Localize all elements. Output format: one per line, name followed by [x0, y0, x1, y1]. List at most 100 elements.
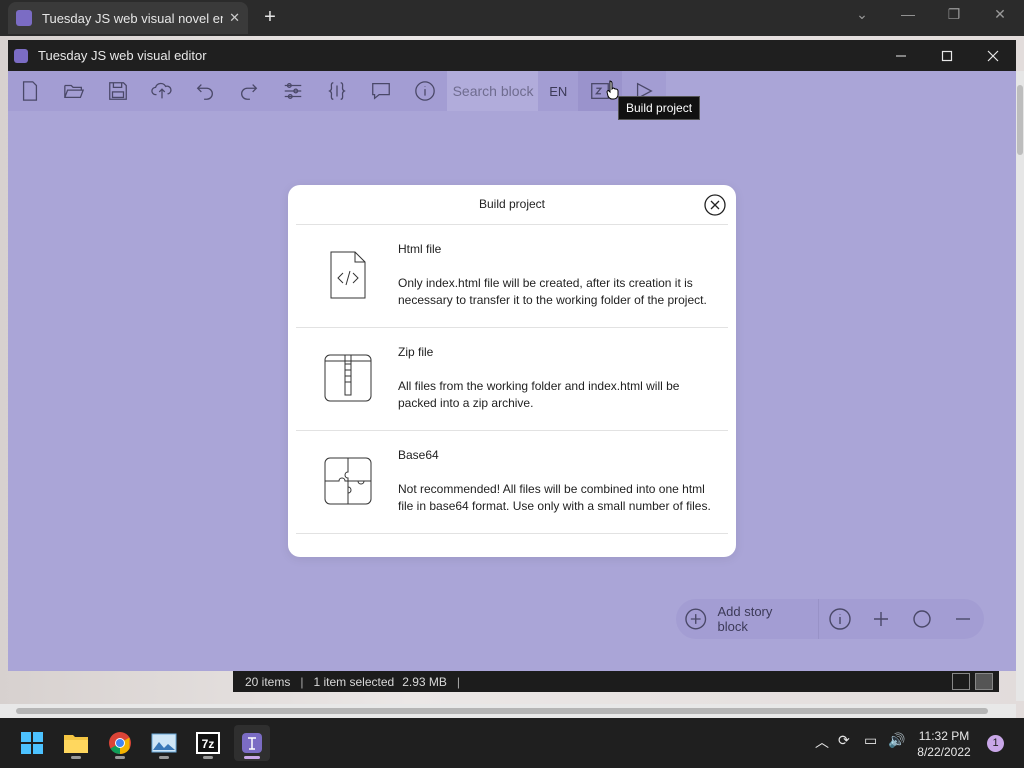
puzzle-icon: [324, 457, 372, 505]
volume-icon[interactable]: 🔊: [888, 732, 905, 749]
app-minimize-button[interactable]: [878, 40, 924, 71]
7zip-button[interactable]: 7z: [190, 725, 226, 761]
language-button[interactable]: EN: [538, 71, 578, 111]
file-explorer-button[interactable]: [58, 725, 94, 761]
tuesday-editor-button[interactable]: [234, 725, 270, 761]
add-story-block-button[interactable]: Add story block: [676, 599, 820, 639]
app-maximize-button[interactable]: [924, 40, 970, 71]
tuesday-editor-icon: [242, 733, 262, 753]
redo-icon: [241, 84, 258, 100]
svg-text:7z: 7z: [202, 737, 215, 751]
browser-minimize-button[interactable]: —: [894, 6, 922, 28]
minus-icon: [956, 618, 971, 620]
option-name: Html file: [398, 242, 442, 256]
start-button[interactable]: [14, 725, 50, 761]
html-file-icon: [330, 251, 366, 299]
circle-icon: [913, 610, 931, 628]
open-folder-icon: [63, 84, 84, 99]
code-button[interactable]: [315, 71, 359, 111]
build-project-dialog: Build project Html file Only index.html …: [288, 185, 736, 557]
scrollbar-thumb[interactable]: [16, 708, 988, 714]
info-icon: [414, 81, 435, 101]
browser-restore-button[interactable]: ❐: [940, 6, 968, 28]
tab-close-icon[interactable]: ✕: [229, 10, 240, 26]
braces-icon: [328, 82, 346, 100]
app-title-bar: Tuesday JS web visual editor: [8, 40, 1016, 71]
vertical-scrollbar[interactable]: [1016, 71, 1024, 701]
undo-button[interactable]: [183, 71, 227, 111]
tuesday-app-icon: [14, 48, 28, 63]
tab-search-chevron-icon[interactable]: ⌄: [848, 6, 876, 28]
dialog-title: Build project: [478, 197, 546, 211]
selection-count: 1 item selected: [313, 674, 395, 689]
horizontal-scrollbar[interactable]: [0, 704, 1016, 718]
search-block-input[interactable]: Search block: [446, 71, 539, 111]
running-indicator: [159, 756, 169, 759]
sync-icon[interactable]: ⟳: [838, 732, 850, 749]
new-tab-button[interactable]: +: [258, 6, 282, 30]
undo-icon: [197, 84, 214, 100]
tuesday-favicon-icon: [16, 10, 32, 26]
network-icon[interactable]: ▭: [864, 732, 877, 749]
option-description: Not recommended! All files will be combi…: [398, 482, 711, 513]
html-file-option[interactable]: Html file Only index.html file will be c…: [296, 225, 728, 328]
option-description: All files from the working folder and in…: [398, 379, 680, 410]
tiles-view-icon[interactable]: [975, 673, 993, 690]
running-indicator: [115, 756, 125, 759]
add-story-label: Add story block: [717, 604, 773, 634]
photos-button[interactable]: [146, 725, 182, 761]
close-icon[interactable]: [704, 194, 726, 216]
browser-close-button[interactable]: ✕: [986, 6, 1014, 28]
clock-date: 8/22/2022: [917, 745, 971, 759]
zoom-in-button[interactable]: [861, 599, 902, 639]
explorer-status-bar: 20 items | 1 item selected 2.93 MB |: [233, 671, 999, 692]
zoom-out-button[interactable]: [943, 599, 984, 639]
cloud-sync-button[interactable]: [140, 71, 184, 111]
taskbar: 7z ︿ ⟳ ▭ 🔊 11:32 PM 8/22/2022 1: [0, 718, 1024, 768]
new-file-icon: [22, 81, 37, 101]
photos-icon: [151, 733, 177, 753]
save-icon: [108, 82, 127, 100]
comment-button[interactable]: [359, 71, 403, 111]
app-close-button[interactable]: [970, 40, 1016, 71]
details-view-icon[interactable]: [952, 673, 970, 690]
redo-button[interactable]: [227, 71, 271, 111]
status-separator: |: [456, 674, 461, 689]
zip-archive-icon: [324, 354, 372, 402]
file-explorer-icon: [64, 735, 88, 753]
running-indicator: [71, 756, 81, 759]
save-button[interactable]: [96, 71, 140, 111]
7zip-icon: 7z: [196, 732, 220, 754]
zip-file-option[interactable]: Zip file All files from the working fold…: [296, 328, 728, 431]
chrome-icon: [109, 732, 131, 754]
browser-title-bar: Tuesday JS web visual novel engi ✕ + ⌄ —…: [0, 0, 1024, 36]
option-name: Base64: [398, 448, 439, 462]
open-folder-button[interactable]: [52, 71, 96, 111]
chevron-up-icon[interactable]: ︿: [815, 732, 829, 752]
running-indicator: [203, 756, 213, 759]
selection-size: 2.93 MB: [402, 674, 447, 689]
notification-badge[interactable]: 1: [987, 735, 1004, 752]
info-icon: [829, 608, 851, 630]
settings-button[interactable]: [271, 71, 315, 111]
items-count: 20 items: [245, 674, 291, 689]
new-file-button[interactable]: [8, 71, 52, 111]
option-name: Zip file: [398, 345, 434, 359]
taskbar-clock[interactable]: 11:32 PM 8/22/2022: [912, 728, 976, 760]
chrome-button[interactable]: [102, 725, 138, 761]
zoom-reset-button[interactable]: [902, 599, 943, 639]
toolbar: Search block EN: [8, 71, 666, 111]
windows-start-icon: [21, 732, 43, 754]
settings-sliders-icon: [284, 83, 302, 99]
scrollbar-thumb[interactable]: [1017, 85, 1023, 155]
base64-option[interactable]: Base64 Not recommended! All files will b…: [296, 431, 728, 534]
status-separator: |: [300, 674, 304, 689]
plus-icon: [874, 612, 889, 626]
option-description: Only index.html file will be created, af…: [398, 276, 707, 307]
editor-workspace[interactable]: Search block EN Build project Build proj…: [8, 71, 1016, 671]
comment-icon: [371, 83, 390, 100]
plus-circle-icon: [685, 608, 707, 630]
story-info-button[interactable]: [819, 599, 860, 639]
info-button[interactable]: [403, 71, 447, 111]
browser-tab[interactable]: Tuesday JS web visual novel engi ✕: [8, 2, 248, 34]
